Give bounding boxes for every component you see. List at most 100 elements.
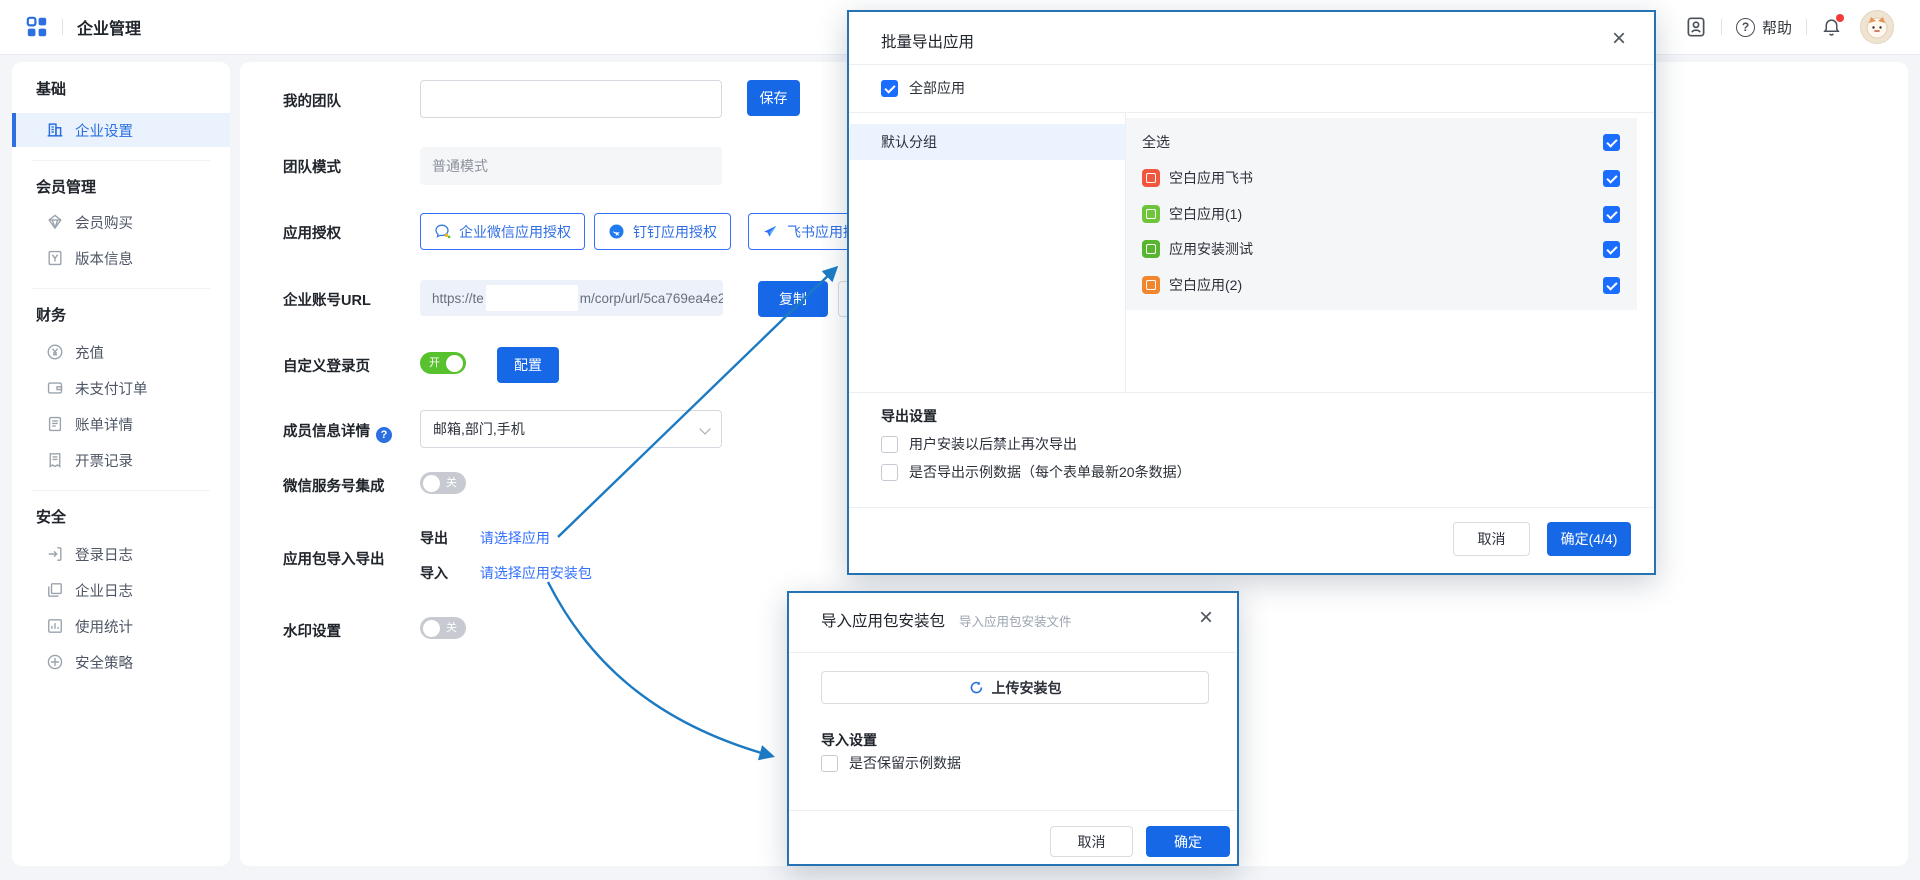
notification-badge (1836, 14, 1844, 22)
divider (849, 112, 1654, 113)
option-row[interactable]: 是否导出示例数据（每个表单最新20条数据） (881, 462, 1191, 482)
help-badge-icon[interactable]: ? (376, 427, 392, 443)
sidebar-item-usage-stats[interactable]: 使用统计 (12, 609, 230, 643)
watermark-toggle[interactable]: 关 (420, 617, 466, 639)
select-all-checkbox[interactable] (1603, 134, 1620, 151)
cancel-button[interactable]: 取消 (1453, 522, 1530, 556)
sidebar-item-bill-details[interactable]: 账单详情 (12, 407, 230, 441)
sidebar-item-label: 开票记录 (75, 450, 133, 471)
export-settings-title: 导出设置 (881, 406, 937, 426)
option-row[interactable]: 用户安装以后禁止再次导出 (881, 434, 1077, 454)
keep-sample-checkbox[interactable] (821, 755, 838, 772)
close-icon[interactable]: × (1199, 606, 1213, 630)
header-divider (1806, 19, 1807, 35)
wechat-mp-toggle[interactable]: 关 (420, 472, 466, 494)
sidebar-item-label: 企业设置 (75, 120, 133, 141)
sidebar-item-recharge[interactable]: 充值 (12, 335, 230, 369)
wechat-mp-label: 微信服务号集成 (283, 475, 385, 496)
upload-package-button[interactable]: 上传安装包 (821, 671, 1209, 704)
sample-data-checkbox[interactable] (881, 464, 898, 481)
import-row: 导入 请选择应用安装包 (420, 563, 592, 583)
all-apps-row[interactable]: 全部应用 (881, 78, 965, 98)
team-mode-value: 普通模式 (420, 147, 722, 185)
sidebar-item-invoice-records[interactable]: 开票记录 (12, 443, 230, 477)
corp-url-label: 企业账号URL (283, 289, 371, 310)
app-checkbox[interactable] (1603, 241, 1620, 258)
confirm-button[interactable]: 确定 (1146, 826, 1230, 857)
import-package-modal: 导入应用包安装包导入应用包安装文件 × 上传安装包 导入设置 是否保留示例数据 … (787, 591, 1239, 866)
toggle-knob (423, 620, 440, 637)
copy-button[interactable]: 复制 (758, 281, 828, 317)
export-row: 导出 请选择应用 (420, 528, 550, 548)
header-divider (1721, 19, 1722, 35)
yen-circle-icon (46, 343, 64, 361)
divider (789, 810, 1237, 811)
help-label: 帮助 (1762, 17, 1792, 38)
app-checkbox[interactable] (1603, 170, 1620, 187)
sidebar-item-enterprise-logs[interactable]: 企业日志 (12, 573, 230, 607)
sidebar-item-version-info[interactable]: 版本信息 (12, 241, 230, 275)
member-info-select[interactable]: 邮箱,部门,手机 (420, 410, 722, 448)
app-icon (1142, 205, 1160, 223)
sidebar-item-unpaid-orders[interactable]: 未支付订单 (12, 371, 230, 405)
sidebar-divider (32, 288, 210, 289)
feishu-icon (762, 223, 779, 240)
all-apps-checkbox[interactable] (881, 80, 898, 97)
sidebar-item-label: 未支付订单 (75, 378, 148, 399)
team-name-input[interactable] (420, 80, 722, 118)
apps-grid-icon[interactable] (26, 16, 48, 38)
chevron-down-icon (699, 423, 710, 434)
configure-button[interactable]: 配置 (497, 347, 559, 383)
login-log-icon (46, 545, 64, 563)
custom-login-toggle[interactable]: 开 (420, 352, 466, 374)
dingtalk-auth-button[interactable]: 钉钉应用授权 (594, 213, 731, 250)
sidebar-item-label: 登录日志 (75, 544, 133, 565)
select-app-link[interactable]: 请选择应用 (480, 530, 550, 546)
wecom-auth-button[interactable]: 企业微信应用授权 (420, 213, 585, 250)
bar-chart-icon (46, 617, 64, 635)
team-name-label: 我的团队 (283, 90, 341, 111)
cancel-button[interactable]: 取消 (1050, 826, 1133, 857)
import-settings-title: 导入设置 (821, 730, 877, 750)
help-button[interactable]: ? 帮助 (1736, 17, 1792, 38)
group-item-default[interactable]: 默认分组 (850, 124, 1125, 160)
app-list-item[interactable]: 空白应用(2) (1142, 269, 1620, 301)
sidebar: 基础 企业设置 会员管理 会员购买 版本信息 财务 充值 未支付订单 账单详情 (12, 62, 230, 866)
option-row[interactable]: 是否保留示例数据 (821, 753, 961, 773)
batch-export-modal: 批量导出应用 × 全部应用 默认分组 全选 空白应用飞书 空白应用(1) (847, 10, 1656, 575)
save-button[interactable]: 保存 (747, 80, 800, 116)
select-all-row[interactable]: 全选 (1142, 126, 1620, 158)
diamond-icon (46, 213, 64, 231)
toggle-knob (446, 355, 463, 372)
sidebar-item-label: 账单详情 (75, 414, 133, 435)
notifications-bell-icon[interactable] (1821, 17, 1842, 38)
bill-icon (46, 415, 64, 433)
select-package-link[interactable]: 请选择应用安装包 (480, 565, 592, 581)
no-reexport-checkbox[interactable] (881, 436, 898, 453)
redaction-block (486, 285, 578, 311)
sidebar-item-member-purchase[interactable]: 会员购买 (12, 205, 230, 239)
close-icon[interactable]: × (1612, 27, 1626, 51)
contacts-icon[interactable] (1685, 16, 1707, 38)
user-avatar[interactable] (1860, 10, 1894, 44)
help-icon: ? (1736, 18, 1755, 37)
sidebar-section-membership: 会员管理 (36, 176, 96, 197)
header-divider (62, 19, 63, 35)
sidebar-section-basic: 基础 (36, 78, 66, 99)
app-checkbox[interactable] (1603, 277, 1620, 294)
divider (849, 392, 1654, 393)
app-list-item[interactable]: 应用安装测试 (1142, 233, 1620, 265)
app-list-item[interactable]: 空白应用飞书 (1142, 162, 1620, 194)
sidebar-item-enterprise-settings[interactable]: 企业设置 (12, 113, 230, 147)
sidebar-section-security: 安全 (36, 506, 66, 527)
app-list-item[interactable]: 空白应用(1) (1142, 198, 1620, 230)
confirm-button[interactable]: 确定(4/4) (1547, 522, 1631, 556)
watermark-label: 水印设置 (283, 620, 341, 641)
app-checkbox[interactable] (1603, 206, 1620, 223)
app-icon (1142, 240, 1160, 258)
sidebar-item-security-policy[interactable]: 安全策略 (12, 645, 230, 679)
modal-title: 批量导出应用 (881, 30, 974, 52)
sidebar-item-login-logs[interactable]: 登录日志 (12, 537, 230, 571)
sidebar-item-label: 会员购买 (75, 212, 133, 233)
divider (849, 64, 1654, 65)
